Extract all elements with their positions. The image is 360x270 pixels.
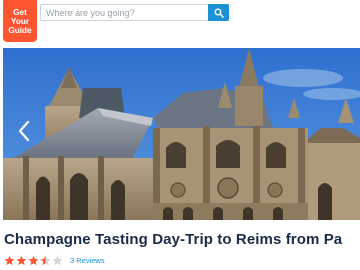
hero-image[interactable] xyxy=(3,48,360,220)
star-full-icon xyxy=(4,255,15,265)
cathedral-photo xyxy=(3,48,360,220)
tour-title: Champagne Tasting Day-Trip to Reims from… xyxy=(4,231,343,248)
search-bar xyxy=(40,4,229,21)
logo-line-2: Your xyxy=(10,16,30,26)
logo[interactable]: Get Your Guide xyxy=(3,0,37,42)
search-input[interactable] xyxy=(40,4,208,21)
search-icon xyxy=(214,8,224,18)
star-full-icon xyxy=(16,255,27,265)
star-full-icon xyxy=(28,255,39,265)
reviews-link[interactable]: 3 Reviews xyxy=(70,256,105,265)
search-button[interactable] xyxy=(208,4,229,21)
star-empty-icon xyxy=(52,255,63,265)
carousel-prev-button[interactable] xyxy=(16,120,32,142)
logo-line-1: Get xyxy=(13,7,27,17)
chevron-left-icon xyxy=(18,120,30,142)
logo-text: Get Your Guide xyxy=(5,8,35,35)
rating: 3 Reviews xyxy=(4,254,105,266)
header: Get Your Guide xyxy=(0,0,360,46)
star-half-icon xyxy=(40,255,51,265)
page: Get Your Guide Where are you going? Cham… xyxy=(0,0,360,270)
star-rating xyxy=(4,255,64,266)
logo-line-3: Guide xyxy=(8,25,32,35)
